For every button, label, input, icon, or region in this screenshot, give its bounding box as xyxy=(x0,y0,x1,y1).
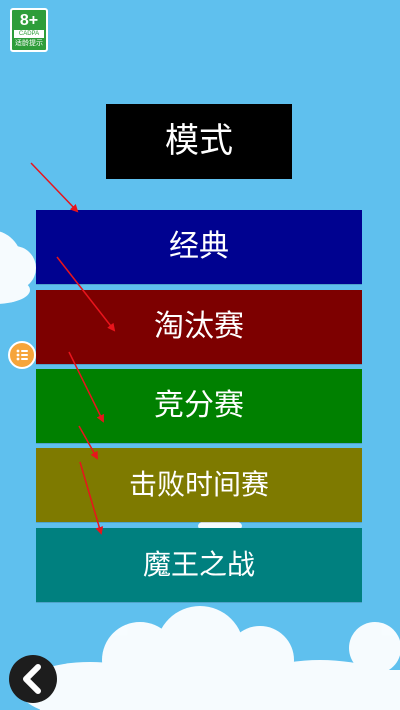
mode-button-time-attack[interactable]: 击败时间赛 xyxy=(36,448,362,522)
annotation-arrow xyxy=(30,162,79,213)
mode-button-boss-battle[interactable]: 魔王之战 xyxy=(36,528,362,602)
chevron-left-icon xyxy=(23,664,41,694)
floating-menu-button[interactable] xyxy=(8,341,36,369)
age-rating-label: 8+ xyxy=(19,12,39,29)
age-rating-org: CADPA xyxy=(14,30,44,38)
mode-button-classic[interactable]: 经典 xyxy=(36,210,362,284)
mode-button-knockout[interactable]: 淘汰赛 xyxy=(36,290,362,364)
age-rating-tip: 适龄提示 xyxy=(15,39,43,47)
mode-button-score-race[interactable]: 竞分赛 xyxy=(36,369,362,443)
back-button[interactable] xyxy=(9,655,57,703)
mode-title: 模式 xyxy=(106,104,292,179)
list-icon xyxy=(16,349,28,361)
age-rating-badge: 8+ CADPA 适龄提示 xyxy=(10,8,48,52)
